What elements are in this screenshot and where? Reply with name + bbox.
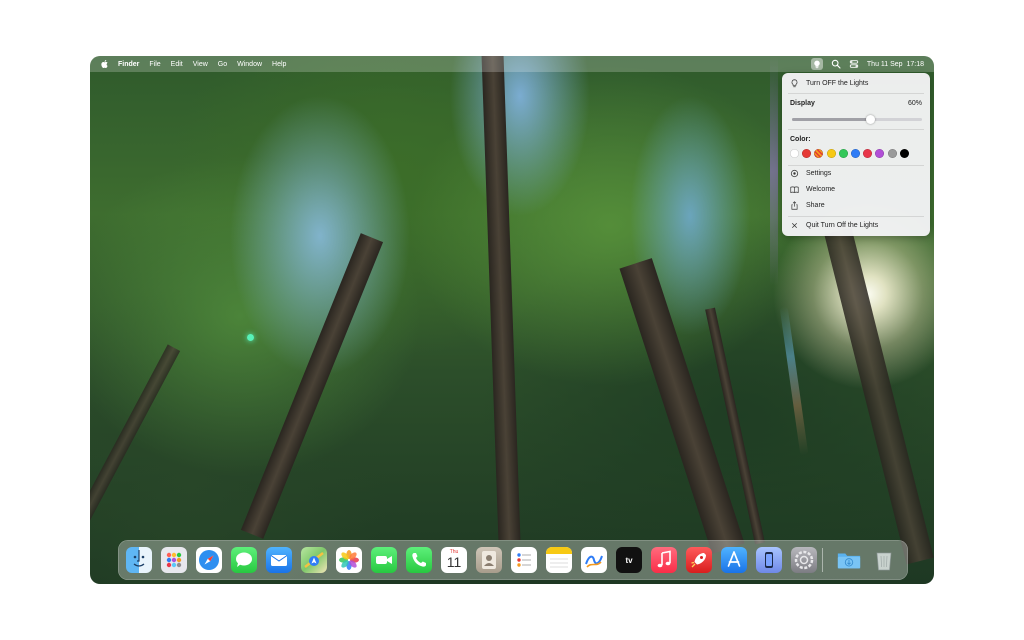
- control-center-icon[interactable]: [849, 59, 859, 69]
- reminders-icon[interactable]: [511, 547, 537, 573]
- iphone-mirroring-icon[interactable]: [756, 547, 782, 573]
- music-icon[interactable]: [651, 547, 677, 573]
- menu-divider: [788, 129, 924, 130]
- color-swatch[interactable]: [863, 149, 873, 158]
- mail-icon[interactable]: [266, 547, 292, 573]
- maps-icon[interactable]: [301, 547, 327, 573]
- toggle-lights-item[interactable]: Turn OFF the Lights: [790, 79, 868, 88]
- display-label: Display: [790, 100, 815, 107]
- phone-icon[interactable]: [406, 547, 432, 573]
- close-icon: [791, 222, 798, 229]
- welcome-item[interactable]: Welcome: [790, 185, 835, 194]
- photos-icon[interactable]: [336, 547, 362, 573]
- share-icon: [791, 201, 798, 210]
- launchpad-icon[interactable]: [161, 547, 187, 573]
- book-icon: [790, 186, 799, 193]
- menu-bar: Finder File Edit View Go Window Help Thu…: [90, 56, 934, 72]
- lights-popup-menu: Turn OFF the Lights Display 60% Color: S…: [782, 73, 930, 236]
- system-settings-icon[interactable]: [791, 547, 817, 573]
- dock-separator: [822, 548, 823, 572]
- color-swatch[interactable]: [826, 149, 836, 158]
- menu-divider: [788, 165, 924, 166]
- tree-trunk: [90, 344, 181, 528]
- color-swatch[interactable]: [790, 149, 799, 158]
- menu-window[interactable]: Window: [237, 61, 262, 68]
- color-swatch[interactable]: [838, 149, 848, 158]
- display-value: 60%: [907, 100, 922, 107]
- lens-flare: [770, 56, 778, 286]
- tree-trunk: [481, 56, 521, 540]
- share-label: Share: [806, 202, 825, 209]
- calendar-icon[interactable]: Thu 11: [441, 547, 467, 573]
- color-swatch[interactable]: [802, 149, 812, 158]
- welcome-label: Welcome: [806, 186, 836, 193]
- tree-trunk: [240, 233, 384, 539]
- apple-icon[interactable]: [100, 59, 110, 69]
- color-swatch[interactable]: [899, 149, 909, 158]
- dock: Thu 11 tv: [118, 540, 908, 580]
- trash-icon[interactable]: [871, 547, 897, 573]
- lightbulb-icon: [791, 79, 798, 88]
- display-slider-fill: [792, 118, 870, 121]
- menu-edit[interactable]: Edit: [171, 61, 183, 68]
- search-icon[interactable]: [831, 59, 841, 69]
- lens-flare: [247, 334, 254, 341]
- menu-divider: [788, 93, 924, 94]
- menu-go[interactable]: Go: [218, 61, 227, 68]
- freeform-icon[interactable]: [581, 547, 607, 573]
- quit-item[interactable]: Quit Turn Off the Lights: [790, 221, 878, 230]
- share-item[interactable]: Share: [790, 201, 825, 210]
- gear-icon: [790, 169, 799, 178]
- menu-view[interactable]: View: [193, 61, 208, 68]
- safari-icon[interactable]: [196, 547, 222, 573]
- rocket-icon[interactable]: [686, 547, 712, 573]
- tree-trunk: [824, 227, 934, 565]
- display-slider[interactable]: [792, 115, 922, 124]
- color-swatches: [790, 149, 909, 158]
- color-swatch[interactable]: [814, 149, 824, 158]
- tv-label: tv: [625, 555, 633, 565]
- lamp-menu-extra[interactable]: [810, 58, 823, 70]
- settings-item[interactable]: Settings: [790, 169, 831, 178]
- menu-file[interactable]: File: [149, 61, 160, 68]
- color-swatch[interactable]: [887, 149, 897, 158]
- color-label: Color:: [790, 136, 811, 143]
- quit-label: Quit Turn Off the Lights: [806, 222, 879, 229]
- lens-flare: [779, 306, 809, 456]
- menu-clock[interactable]: Thu 11 Sep 17:18: [867, 61, 924, 68]
- color-swatch[interactable]: [875, 149, 885, 158]
- display-slider-knob[interactable]: [866, 115, 875, 124]
- downloads-folder-icon[interactable]: [836, 547, 862, 573]
- contacts-icon[interactable]: [476, 547, 502, 573]
- facetime-icon[interactable]: [371, 547, 397, 573]
- settings-label: Settings: [806, 170, 832, 177]
- menu-app-name[interactable]: Finder: [118, 61, 139, 68]
- menu-help[interactable]: Help: [272, 61, 286, 68]
- lamp-icon: [814, 60, 820, 68]
- desktop: Finder File Edit View Go Window Help Thu…: [90, 56, 934, 584]
- toggle-lights-label: Turn OFF the Lights: [806, 80, 869, 87]
- notes-icon[interactable]: [546, 547, 572, 573]
- finder-icon[interactable]: [126, 547, 152, 573]
- color-swatch[interactable]: [850, 149, 860, 158]
- app-store-icon[interactable]: [721, 547, 747, 573]
- messages-icon[interactable]: [231, 547, 257, 573]
- menu-divider: [788, 216, 924, 217]
- tv-icon[interactable]: tv: [616, 547, 642, 573]
- calendar-day-number: 11: [446, 554, 462, 570]
